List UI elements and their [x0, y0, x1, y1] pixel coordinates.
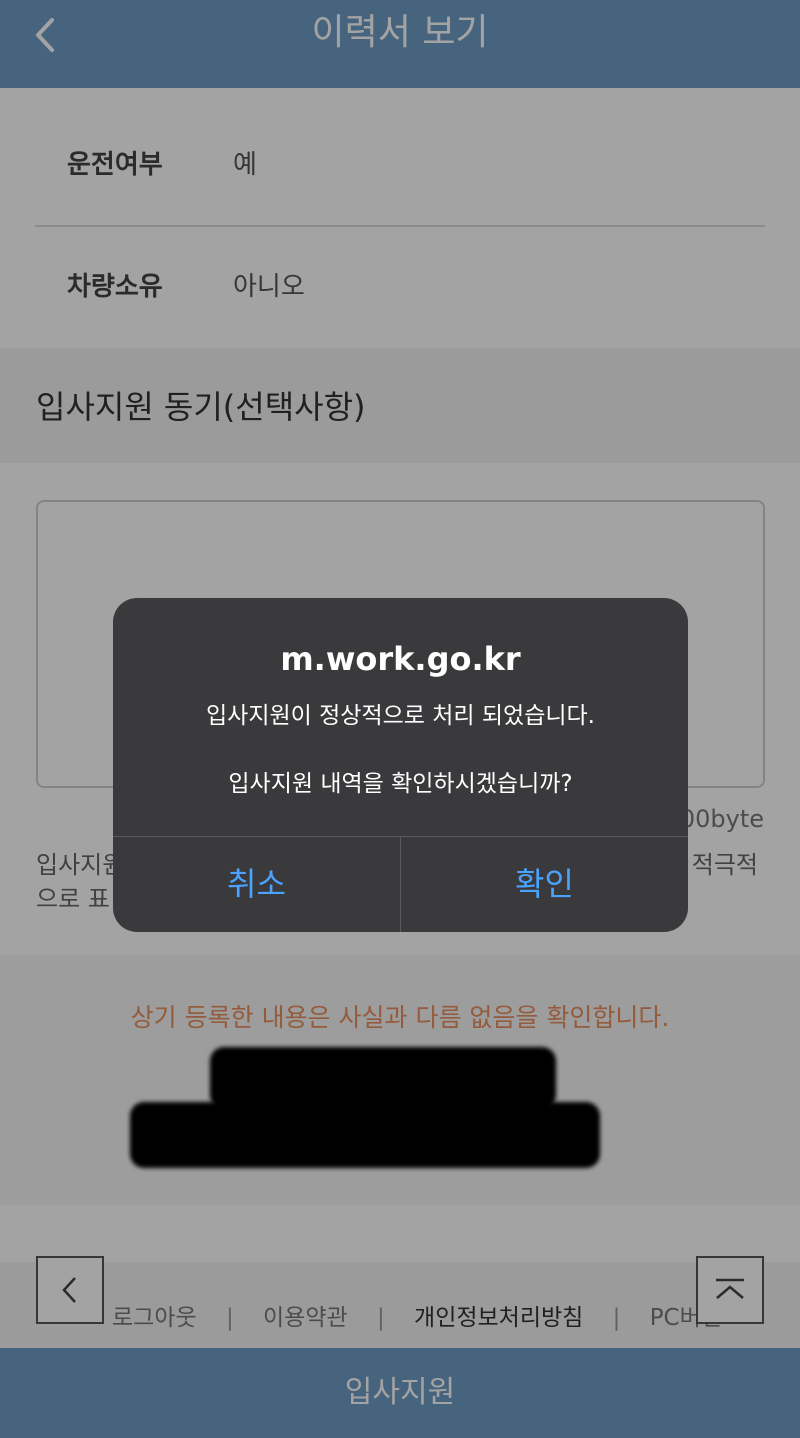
dialog-message: 입사지원 내역을 확인하시겠습니까?	[228, 771, 573, 797]
resume-view-page: 이력서 보기 운전여부 예 차량소유 아니오 입사지원 동기(선택사항) 00b…	[0, 0, 800, 1438]
cancel-button[interactable]: 취소	[113, 837, 400, 932]
alert-dialog: m.work.go.kr 입사지원이 정상적으로 처리 되었습니다. 입사지원 …	[113, 598, 688, 932]
dialog-title: m.work.go.kr	[280, 640, 521, 678]
confirm-button[interactable]: 확인	[401, 837, 688, 932]
dialog-message: 입사지원이 정상적으로 처리 되었습니다.	[206, 703, 595, 729]
